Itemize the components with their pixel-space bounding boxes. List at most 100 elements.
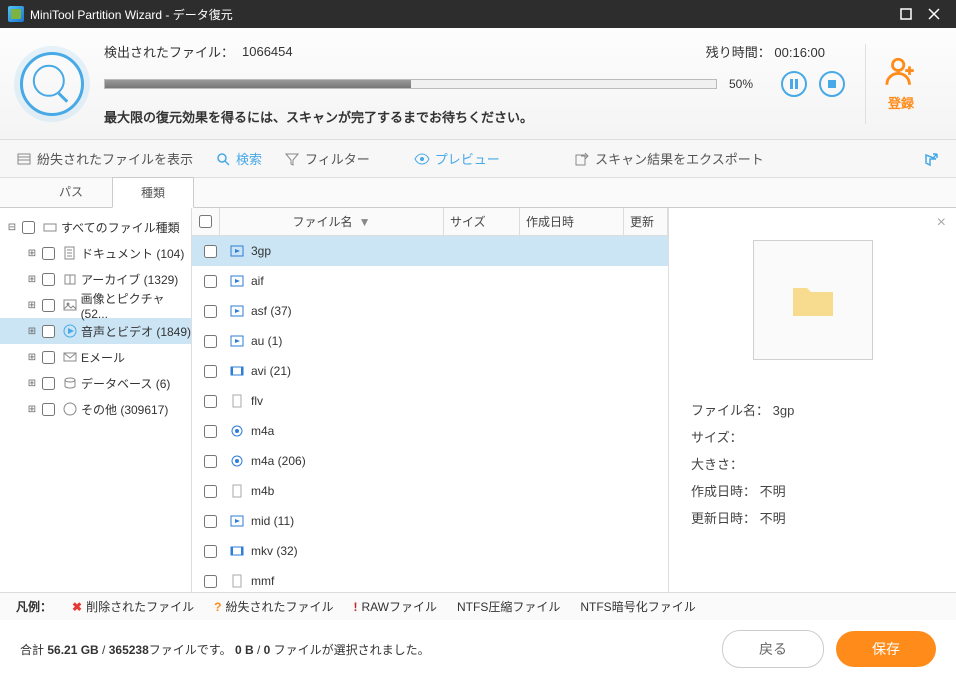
file-row-checkbox[interactable]	[204, 365, 217, 378]
tree-item[interactable]: ⊞ その他 (309617)	[0, 396, 191, 422]
file-name: avi (21)	[251, 364, 291, 378]
file-row-checkbox[interactable]	[204, 305, 217, 318]
file-row-checkbox[interactable]	[204, 335, 217, 348]
filter-button[interactable]: フィルター	[284, 149, 370, 168]
tree-item-label: その他 (309617)	[81, 401, 168, 418]
file-row[interactable]: asf (37)	[192, 296, 668, 326]
column-date[interactable]: 作成日時	[520, 208, 624, 235]
tab-type[interactable]: 種類	[112, 177, 194, 208]
file-row-checkbox[interactable]	[204, 575, 217, 588]
scan-note: 最大限の復元効果を得るには、スキャンが完了するまでお待ちください。	[104, 107, 845, 126]
file-name: m4a (206)	[251, 454, 306, 468]
register-button[interactable]: 登録	[865, 44, 936, 124]
export-results-button[interactable]: スキャン結果をエクスポート	[574, 149, 764, 168]
column-updated[interactable]: 更新	[624, 208, 668, 235]
collapse-icon[interactable]: ⊟	[6, 222, 18, 233]
category-icon	[63, 272, 77, 286]
expand-icon[interactable]: ⊞	[26, 326, 38, 337]
found-files-label: 検出されたファイル：	[104, 42, 234, 61]
file-list-scroll[interactable]: 3gp aif asf (37) au (1) avi (21) flvm4a m4a (2…	[192, 236, 668, 592]
preview-created-value: 不明	[760, 484, 786, 499]
tree-item[interactable]: ⊞音声とビデオ (1849)	[0, 318, 191, 344]
column-size[interactable]: サイズ	[444, 208, 520, 235]
expand-icon[interactable]: ⊞	[26, 300, 38, 311]
file-row[interactable]: m4b	[192, 476, 668, 506]
tree-item-checkbox[interactable]	[42, 325, 55, 338]
folder-icon	[789, 276, 837, 324]
preview-close-button[interactable]: ×	[937, 214, 946, 232]
scan-header: 検出されたファイル： 1066454 残り時間： 00:16:00 50% 最大…	[0, 28, 956, 140]
expand-icon[interactable]: ⊞	[26, 248, 38, 259]
file-row-checkbox[interactable]	[204, 245, 217, 258]
tree-item-checkbox[interactable]	[42, 273, 55, 286]
category-icon	[63, 376, 77, 390]
expand-icon[interactable]: ⊞	[26, 404, 38, 415]
column-name[interactable]: ファイル名▼	[220, 208, 444, 235]
filter-icon	[284, 151, 300, 167]
file-list-pane: ファイル名▼ サイズ 作成日時 更新 3gp aif asf (37) au (1) a…	[192, 208, 669, 592]
tree-root[interactable]: ⊟ すべてのファイル種類	[0, 214, 191, 240]
file-row-checkbox[interactable]	[204, 485, 217, 498]
stop-button[interactable]	[819, 71, 845, 97]
file-name: aif	[251, 274, 264, 288]
search-button[interactable]: 検索	[215, 149, 262, 168]
file-type-icon	[229, 333, 245, 349]
tree-item-checkbox[interactable]	[42, 403, 55, 416]
titlebar: MiniTool Partition Wizard - データ復元	[0, 0, 956, 28]
show-lost-files-button[interactable]: 紛失されたファイルを表示	[16, 149, 193, 168]
window-title: MiniTool Partition Wizard - データ復元	[30, 6, 892, 23]
tree-item-checkbox[interactable]	[42, 377, 55, 390]
file-row[interactable]: flv	[192, 386, 668, 416]
expand-icon[interactable]: ⊞	[26, 274, 38, 285]
tree-item[interactable]: ⊞Eメール	[0, 344, 191, 370]
file-row[interactable]: mkv (32)	[192, 536, 668, 566]
file-row[interactable]: au (1)	[192, 326, 668, 356]
category-icon	[63, 324, 77, 338]
close-button[interactable]	[920, 0, 948, 28]
preview-updated-label: 更新日時：	[691, 511, 756, 526]
maximize-button[interactable]	[892, 0, 920, 28]
file-row[interactable]: mid (11)	[192, 506, 668, 536]
preview-name-value: 3gp	[773, 403, 795, 418]
tree-item[interactable]: ⊞アーカイブ (1329)	[0, 266, 191, 292]
search-icon	[215, 151, 231, 167]
preview-dim-label: 大きさ：	[691, 457, 743, 472]
save-button[interactable]: 保存	[836, 631, 936, 667]
file-row-checkbox[interactable]	[204, 395, 217, 408]
tree-item-checkbox[interactable]	[42, 351, 55, 364]
share-button[interactable]	[924, 151, 940, 167]
share-icon	[924, 151, 940, 167]
file-row[interactable]: aif	[192, 266, 668, 296]
file-type-icon	[229, 543, 245, 559]
file-row-checkbox[interactable]	[204, 425, 217, 438]
preview-button[interactable]: プレビュー	[392, 127, 552, 190]
file-row[interactable]: mmf	[192, 566, 668, 592]
file-name: asf (37)	[251, 304, 292, 318]
file-type-icon	[229, 303, 245, 319]
expand-icon[interactable]: ⊞	[26, 352, 38, 363]
tree-root-checkbox[interactable]	[22, 221, 35, 234]
category-tree[interactable]: ⊟ すべてのファイル種類 ⊞ドキュメント (104)⊞アーカイブ (1329)⊞…	[0, 208, 192, 592]
file-row-checkbox[interactable]	[204, 515, 217, 528]
back-button[interactable]: 戻る	[722, 630, 824, 668]
preview-panel: × ファイル名： 3gp サイズ： 大きさ： 作成日時： 不明 更新日時： 不明	[669, 208, 956, 592]
tree-item-checkbox[interactable]	[42, 247, 55, 260]
file-row-checkbox[interactable]	[204, 275, 217, 288]
file-row-checkbox[interactable]	[204, 545, 217, 558]
tree-item[interactable]: ⊞ドキュメント (104)	[0, 240, 191, 266]
legend-title: 凡例：	[16, 600, 52, 614]
pause-button[interactable]	[781, 71, 807, 97]
tree-item-checkbox[interactable]	[42, 299, 55, 312]
legend-raw: RAWファイル	[361, 600, 437, 614]
tree-item[interactable]: ⊞データベース (6)	[0, 370, 191, 396]
legend-deleted: 削除されたファイル	[86, 600, 194, 614]
file-row[interactable]: m4a (206)	[192, 446, 668, 476]
file-row[interactable]: m4a	[192, 416, 668, 446]
file-row-checkbox[interactable]	[204, 455, 217, 468]
expand-icon[interactable]: ⊞	[26, 378, 38, 389]
tab-path[interactable]: パス	[30, 176, 112, 207]
select-all-checkbox[interactable]	[199, 215, 212, 228]
file-row[interactable]: 3gp	[192, 236, 668, 266]
tree-item[interactable]: ⊞画像とピクチャ (52...	[0, 292, 191, 318]
file-row[interactable]: avi (21)	[192, 356, 668, 386]
